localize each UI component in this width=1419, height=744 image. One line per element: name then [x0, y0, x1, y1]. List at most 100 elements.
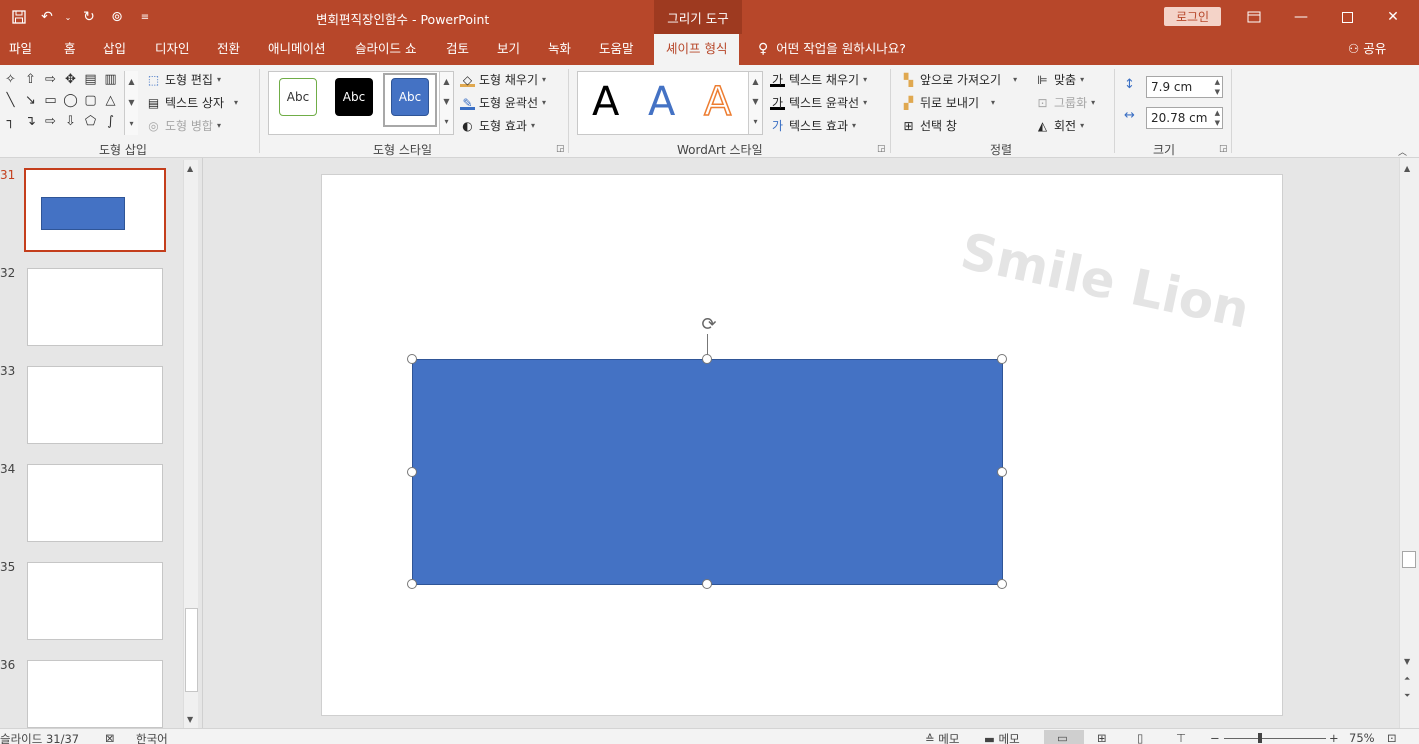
rounded-rectangle-shape-icon[interactable]: ▢ — [82, 92, 99, 109]
text-effects-button[interactable]: 가 텍스트 효과 ▾ — [770, 117, 856, 134]
selection-pane-button[interactable]: ⊞ 선택 창 — [901, 117, 956, 134]
shape-effects-button[interactable]: ◐ 도형 효과 ▾ — [460, 117, 535, 134]
arrow-line-shape-icon[interactable]: ↘ — [22, 92, 39, 109]
language-indicator[interactable]: 한국어 — [136, 731, 168, 744]
shape-style-preset-1[interactable]: Abc — [279, 78, 317, 116]
wordart-preset-orange-outline[interactable]: A — [703, 78, 732, 126]
tab-file[interactable]: 파일 — [9, 34, 32, 65]
maximize-icon[interactable] — [1334, 6, 1360, 28]
ribbon-display-options-icon[interactable] — [1241, 6, 1267, 28]
dialog-launcher-icon[interactable]: ◲ — [1219, 144, 1228, 154]
scroll-down-icon[interactable]: ▼ — [125, 92, 138, 113]
shape-height-input[interactable]: 7.9 cm ▲ ▼ — [1146, 76, 1223, 98]
scroll-up-icon[interactable]: ▲ — [749, 72, 762, 92]
tab-help[interactable]: 도움말 — [599, 34, 634, 65]
slide-thumbnail-32[interactable] — [27, 268, 163, 346]
zoom-out-icon[interactable]: − — [1210, 731, 1220, 744]
text-box-shape-icon[interactable]: ▤ — [82, 71, 99, 88]
rotate-handle-icon[interactable]: ⟳ — [697, 314, 721, 338]
zoom-slider[interactable] — [1224, 738, 1326, 739]
selected-rectangle-shape[interactable] — [412, 359, 1003, 585]
customize-qat-icon[interactable]: ≡ — [134, 6, 156, 28]
fit-to-window-icon[interactable]: ⊡ — [1387, 731, 1397, 744]
merge-shapes-button[interactable]: ◎ 도형 병합 ▾ — [146, 117, 221, 134]
star-shape-icon[interactable]: ✧ — [2, 71, 19, 88]
zoom-level[interactable]: 75% — [1349, 731, 1375, 744]
shape-style-preset-3[interactable]: Abc — [391, 78, 429, 116]
shapes-gallery-scroll[interactable]: ▲ ▼ ▾ — [124, 71, 138, 135]
edit-shape-button[interactable]: ⬚ 도형 편집 ▾ — [146, 71, 221, 88]
spell-check-icon[interactable]: ⊠ — [105, 731, 115, 744]
more-icon[interactable]: ▾ — [125, 113, 138, 134]
scroll-up-icon[interactable]: ▲ — [440, 72, 453, 92]
resize-handle-right[interactable] — [997, 467, 1007, 477]
freeform-shape-icon[interactable]: ∫ — [102, 113, 119, 130]
vertical-text-box-shape-icon[interactable]: ▥ — [102, 71, 119, 88]
scrollbar-thumb[interactable] — [1402, 551, 1416, 568]
rectangle-shape-icon[interactable]: ▭ — [42, 92, 59, 109]
triangle-shape-icon[interactable]: △ — [102, 92, 119, 109]
more-icon[interactable]: ▾ — [440, 112, 453, 132]
resize-handle-top[interactable] — [702, 354, 712, 364]
resize-handle-top-left[interactable] — [407, 354, 417, 364]
resize-handle-bottom-right[interactable] — [997, 579, 1007, 589]
next-slide-icon[interactable]: ⏷ — [1404, 691, 1410, 701]
text-box-button[interactable]: ▤ 텍스트 상자 ▾ — [146, 94, 238, 111]
dialog-launcher-icon[interactable]: ◲ — [877, 144, 886, 154]
tab-insert[interactable]: 삽입 — [103, 34, 126, 65]
share-button[interactable]: ⚇ 공유 — [1348, 34, 1386, 65]
more-icon[interactable]: ▾ — [749, 112, 762, 132]
scroll-down-icon[interactable]: ▼ — [187, 715, 193, 724]
width-spinner-icon[interactable]: ▲ ▼ — [1215, 108, 1220, 128]
thumbnail-scrollbar[interactable]: ▲ ▼ — [183, 160, 198, 728]
wordart-style-gallery[interactable]: A A A ▲ ▼ ▾ — [577, 71, 763, 135]
resize-handle-bottom-left[interactable] — [407, 579, 417, 589]
elbow-arrow-shape-icon[interactable]: ↴ — [22, 113, 39, 130]
scroll-down-icon[interactable]: ▼ — [440, 92, 453, 112]
slideshow-from-start-icon[interactable]: ⊚ — [106, 6, 128, 28]
oval-shape-icon[interactable]: ◯ — [62, 92, 79, 109]
shape-style-gallery[interactable]: Abc Abc Abc ▲ ▼ ▾ — [268, 71, 454, 135]
resize-handle-top-right[interactable] — [997, 354, 1007, 364]
slideshow-icon[interactable]: ⊤ — [1176, 731, 1186, 744]
slide-thumbnail-34[interactable] — [27, 464, 163, 542]
slide-sorter-icon[interactable]: ⊞ — [1097, 731, 1107, 744]
arrow-right-shape-icon[interactable]: ⇨ — [42, 71, 59, 88]
shape-style-preset-2[interactable]: Abc — [335, 78, 373, 116]
text-outline-button[interactable]: 가 텍스트 윤곽선 ▾ — [770, 94, 867, 111]
tab-design[interactable]: 디자인 — [155, 34, 190, 65]
previous-slide-icon[interactable]: ⏶ — [1404, 674, 1410, 684]
slide-thumbnail-33[interactable] — [27, 366, 163, 444]
tab-review[interactable]: 검토 — [446, 34, 469, 65]
tell-me-search[interactable]: ♀ 어떤 작업을 원하시나요? — [758, 34, 906, 65]
slide-thumbnail-35[interactable] — [27, 562, 163, 640]
collapse-ribbon-icon[interactable]: ︿ — [1398, 145, 1407, 158]
slide-thumbnail-31[interactable] — [24, 168, 166, 252]
scroll-up-icon[interactable]: ▲ — [187, 164, 193, 173]
style-gallery-scroll[interactable]: ▲ ▼ ▾ — [439, 72, 453, 134]
minimize-icon[interactable]: — — [1288, 6, 1314, 28]
shape-outline-button[interactable]: ✎ 도형 윤곽선 ▾ — [460, 94, 546, 111]
tab-view[interactable]: 보기 — [497, 34, 520, 65]
scroll-down-icon[interactable]: ▼ — [1404, 657, 1410, 666]
send-backward-button[interactable]: ▞ 뒤로 보내기 ▾ — [901, 94, 995, 111]
rotate-button[interactable]: ◭ 회전 ▾ — [1035, 117, 1084, 134]
close-icon[interactable]: ✕ — [1380, 6, 1406, 28]
quad-arrow-shape-icon[interactable]: ✥ — [62, 71, 79, 88]
tab-animations[interactable]: 애니메이션 — [268, 34, 326, 65]
notes-button[interactable]: ≙ 메모 — [925, 731, 959, 744]
comments-button[interactable]: ▬ 메모 — [984, 731, 1020, 744]
tab-home[interactable]: 홈 — [64, 34, 76, 65]
zoom-slider-thumb[interactable] — [1258, 733, 1262, 743]
undo-icon[interactable]: ↶ — [36, 6, 58, 28]
reading-view-icon[interactable]: ▯ — [1137, 731, 1143, 744]
login-button[interactable]: 로그인 — [1164, 7, 1221, 26]
tab-shape-format[interactable]: 셰이프 형식 — [654, 34, 740, 65]
tab-transitions[interactable]: 전환 — [217, 34, 240, 65]
scroll-up-icon[interactable]: ▲ — [1404, 164, 1410, 173]
line-shape-icon[interactable]: ╲ — [2, 92, 19, 109]
height-spinner-icon[interactable]: ▲ ▼ — [1215, 77, 1220, 97]
arrow-up-shape-icon[interactable]: ⇧ — [22, 71, 39, 88]
shapes-gallery[interactable]: ✧ ⇧ ⇨ ✥ ▤ ▥ ╲ ↘ ▭ ◯ ▢ △ ┐ ↴ ⇨ ⇩ ⬠ ∫ — [2, 71, 138, 135]
down-arrow-block-shape-icon[interactable]: ⇩ — [62, 113, 79, 130]
